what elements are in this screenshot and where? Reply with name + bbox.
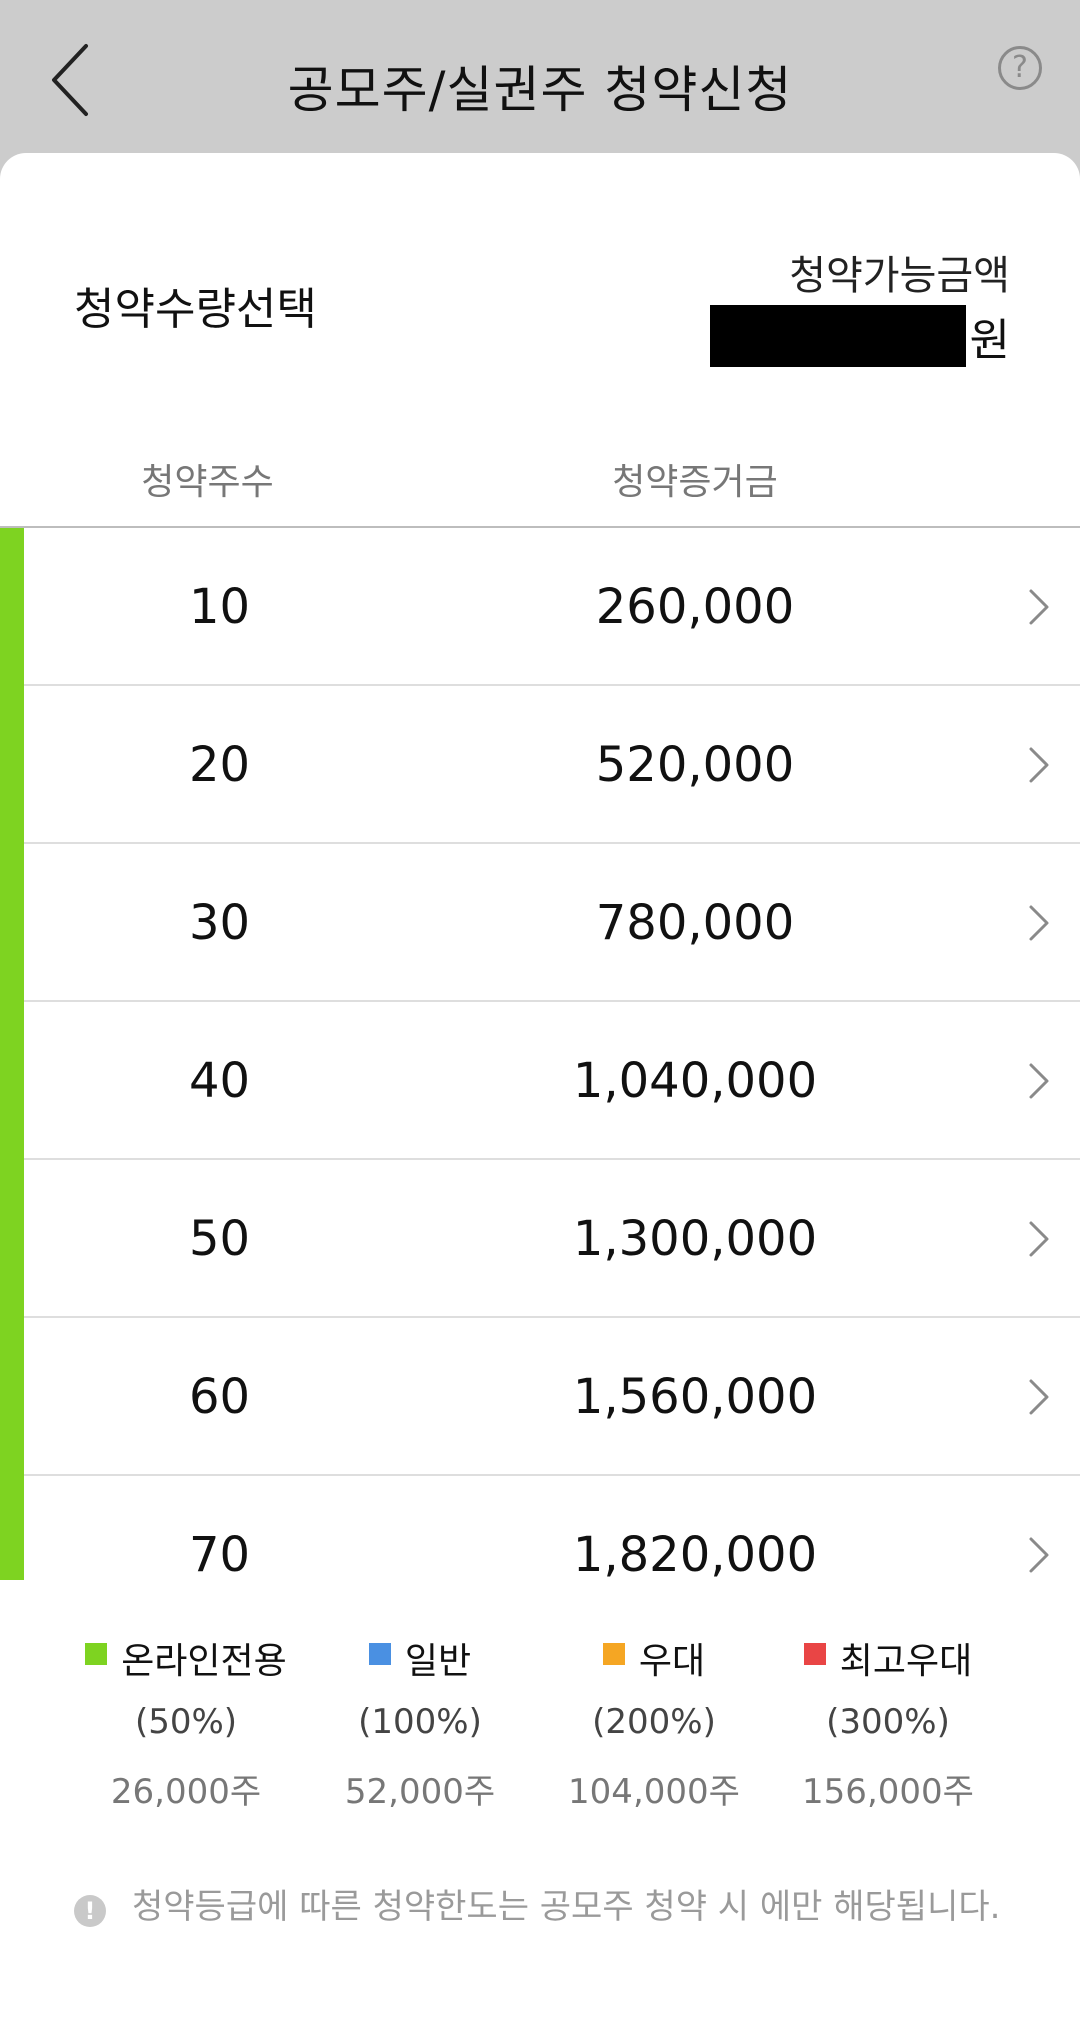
legend-swatch (85, 1643, 108, 1665)
table-row[interactable]: 70 1,820,000 (24, 1476, 1080, 1580)
subscription-sheet: 청약수량선택 청약가능금액 원 청약주수 청약증거금 10 260,000 20… (0, 153, 1080, 2032)
legend-label: 우대 (638, 1641, 706, 1682)
legend-percent: (50%) (134, 1702, 238, 1742)
tier-legend: 온라인전용 (50%) 26,000주 일반 (100%) 52,000주 우대… (0, 1633, 1080, 1833)
chevron-right-icon (1029, 589, 1049, 625)
notice: ! 청약등급에 따른 청약한도는 공모주 청약 시 에만 해당됩니다. (74, 1885, 1040, 1929)
row-deposit: 260,000 (595, 579, 795, 635)
row-deposit: 1,820,000 (572, 1527, 818, 1580)
header: 공모주/실권주 청약신청 ? (0, 0, 1080, 155)
chevron-right-icon (1029, 905, 1049, 941)
row-shares: 70 (188, 1527, 251, 1580)
legend-percent: (300%) (826, 1702, 950, 1742)
app-screen: 공모주/실권주 청약신청 ? 청약수량선택 청약가능금액 원 청약주수 청약증거… (0, 0, 1080, 2032)
available-amount-label: 청약가능금액 (789, 253, 1010, 299)
legend-swatch (368, 1643, 391, 1665)
table-row[interactable]: 20 520,000 (24, 686, 1080, 844)
masked-amount (709, 305, 966, 367)
notice-text: 청약등급에 따른 청약한도는 공모주 청약 시 에만 해당됩니다. (132, 1887, 1001, 1927)
legend-percent: (100%) (358, 1702, 482, 1742)
row-shares: 60 (188, 1369, 251, 1425)
alert-icon: ! (74, 1895, 106, 1927)
legend-shares: 52,000주 (344, 1772, 496, 1812)
row-shares: 40 (188, 1053, 251, 1109)
chevron-right-icon (1029, 1063, 1049, 1099)
row-deposit: 780,000 (595, 895, 795, 951)
chevron-right-icon (1029, 747, 1049, 783)
legend-item-top-preferred: 최고우대 (300%) 156,000주 (768, 1633, 1008, 1817)
legend-swatch (602, 1643, 625, 1665)
table-row[interactable]: 50 1,300,000 (24, 1160, 1080, 1318)
currency-unit: 원 (969, 315, 1010, 366)
table-row[interactable]: 10 260,000 (24, 528, 1080, 686)
column-header-shares: 청약주수 (141, 462, 274, 503)
legend-item-online: 온라인전용 (50%) 26,000주 (66, 1633, 306, 1817)
row-shares: 10 (188, 579, 251, 635)
quantity-select-label: 청약수량선택 (74, 284, 317, 335)
legend-label: 온라인전용 (121, 1641, 287, 1682)
row-deposit: 1,560,000 (572, 1369, 818, 1425)
legend-percent: (200%) (592, 1702, 716, 1742)
row-shares: 30 (188, 895, 251, 951)
legend-item-general: 일반 (100%) 52,000주 (300, 1633, 540, 1817)
row-deposit: 1,300,000 (572, 1211, 818, 1267)
help-icon[interactable]: ? (998, 46, 1042, 90)
table-row[interactable]: 30 780,000 (24, 844, 1080, 1002)
online-tier-indicator (0, 528, 24, 1580)
legend-label: 일반 (404, 1641, 472, 1682)
row-deposit: 520,000 (595, 737, 795, 793)
page-title: 공모주/실권주 청약신청 (287, 61, 793, 119)
available-amount: 원 (709, 305, 1010, 367)
row-shares: 50 (188, 1211, 251, 1267)
row-deposit: 1,040,000 (572, 1053, 818, 1109)
legend-label: 최고우대 (839, 1641, 973, 1682)
chevron-right-icon (1029, 1537, 1049, 1573)
row-shares: 20 (188, 737, 251, 793)
legend-shares: 26,000주 (110, 1772, 262, 1812)
legend-item-preferred: 우대 (200%) 104,000주 (534, 1633, 774, 1817)
chevron-right-icon (1029, 1379, 1049, 1415)
quantity-list: 10 260,000 20 520,000 30 780,000 40 1,04… (0, 528, 1080, 1580)
legend-shares: 156,000주 (802, 1772, 974, 1812)
legend-shares: 104,000주 (568, 1772, 740, 1812)
column-header-deposit: 청약증거금 (612, 462, 778, 503)
table-row[interactable]: 40 1,040,000 (24, 1002, 1080, 1160)
chevron-right-icon (1029, 1221, 1049, 1257)
legend-swatch (803, 1643, 826, 1665)
table-row[interactable]: 60 1,560,000 (24, 1318, 1080, 1476)
